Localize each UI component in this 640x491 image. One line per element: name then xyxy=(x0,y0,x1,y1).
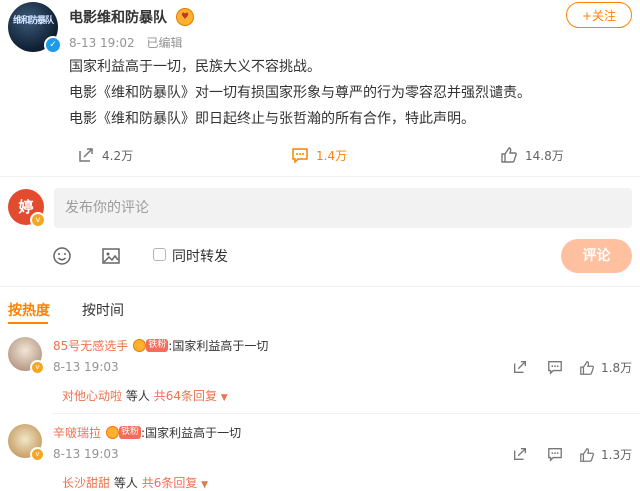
commenter-name[interactable]: 85号无感选手 xyxy=(53,337,128,354)
post-line-2: 电影《维和防暴队》对一切有损国家形象与尊严的行为零容忍并强烈谴责。 xyxy=(69,85,531,101)
fan-emoji-icon xyxy=(133,339,147,352)
comment-text: :国家利益高于一切 xyxy=(168,339,269,353)
edited-label: 已编辑 xyxy=(146,36,183,50)
tab-sort-time[interactable]: 按时间 xyxy=(82,300,124,320)
post-meta: 8-13 19:02 已编辑 xyxy=(69,34,190,51)
like-count: 14.8万 xyxy=(525,148,564,163)
repost-count: 4.2万 xyxy=(102,148,134,163)
reply-summary[interactable]: 对他心动啦 等人 共64条回复 ▼ xyxy=(62,387,228,404)
comment-icon[interactable] xyxy=(547,446,563,466)
divider xyxy=(0,176,640,177)
submit-comment-button[interactable]: 评论 xyxy=(561,239,632,273)
fan-badge: 铁粉 xyxy=(119,426,142,439)
verified-icon: ✓ xyxy=(44,36,62,54)
fan-emoji-icon: ♥ xyxy=(176,8,194,26)
repost-button[interactable]: 4.2万 xyxy=(77,146,133,164)
follow-button[interactable]: +关注 xyxy=(566,2,632,28)
fan-emoji-icon xyxy=(106,426,120,439)
commenter-name[interactable]: 辛啵瑞拉 xyxy=(53,424,101,441)
repost-icon[interactable] xyxy=(512,359,528,379)
comment-button[interactable]: 1.4万 xyxy=(291,146,347,164)
comment-time: 8-13 19:03 xyxy=(53,447,119,461)
image-icon[interactable] xyxy=(101,246,121,270)
comment-count: 1.4万 xyxy=(316,148,348,163)
tab-sort-hot[interactable]: 按热度 xyxy=(8,300,50,320)
divider xyxy=(53,413,640,414)
reply-mid: 等人 xyxy=(113,476,138,490)
repost-checkbox[interactable] xyxy=(153,248,166,261)
comment-icon[interactable] xyxy=(547,359,563,379)
comment-icon xyxy=(292,148,308,164)
comment-time: 8-13 19:03 xyxy=(53,360,119,374)
reply-mid: 等人 xyxy=(125,389,150,403)
chevron-down-icon[interactable]: ▼ xyxy=(201,480,208,490)
repost-icon[interactable] xyxy=(512,446,528,466)
reply-user[interactable]: 对他心动啦 xyxy=(62,389,122,403)
post-time[interactable]: 8-13 19:02 xyxy=(69,36,135,50)
member-badge-icon: v xyxy=(30,360,45,375)
avatar-logo-text: 维和防暴队 xyxy=(12,16,54,26)
comment-input[interactable]: 发布你的评论 xyxy=(54,188,632,228)
divider xyxy=(0,286,640,287)
emoji-icon[interactable] xyxy=(52,246,72,270)
chevron-down-icon[interactable]: ▼ xyxy=(221,393,228,403)
like-button[interactable]: 14.8万 xyxy=(500,146,564,164)
member-badge-icon: v xyxy=(30,212,46,228)
comment-text: :国家利益高于一切 xyxy=(141,426,242,440)
comment-like-count: 1.3万 xyxy=(601,448,633,462)
thumbs-up-icon xyxy=(501,147,517,163)
thumbs-up-icon xyxy=(580,360,595,375)
comment-line: 85号无感选手 铁粉 :国家利益高于一切 xyxy=(53,337,268,354)
author-name[interactable]: 电影维和防暴队 xyxy=(69,7,167,27)
comment-like-count: 1.8万 xyxy=(601,361,633,375)
active-tab-indicator xyxy=(8,322,48,324)
reply-summary[interactable]: 长沙甜甜 等人 共6条回复 ▼ xyxy=(62,474,208,491)
repost-checkbox-label[interactable]: 同时转发 xyxy=(172,246,228,266)
reply-count[interactable]: 共6条回复 xyxy=(142,476,198,490)
fan-badge: 铁粉 xyxy=(146,339,169,352)
comment-line: 辛啵瑞拉 铁粉 :国家利益高于一切 xyxy=(53,424,241,441)
comment-like-button[interactable]: 1.8万 xyxy=(579,359,632,376)
reply-count[interactable]: 共64条回复 xyxy=(154,389,217,403)
post-line-1: 国家利益高于一切，民族大义不容挑战。 xyxy=(69,59,321,75)
thumbs-up-icon xyxy=(580,447,595,462)
repost-icon xyxy=(79,148,93,162)
post-line-3: 电影《维和防暴队》即日起终止与张哲瀚的所有合作，特此声明。 xyxy=(69,111,475,127)
member-badge-icon: v xyxy=(30,447,45,462)
reply-user[interactable]: 长沙甜甜 xyxy=(62,476,110,490)
comment-like-button[interactable]: 1.3万 xyxy=(579,446,632,463)
